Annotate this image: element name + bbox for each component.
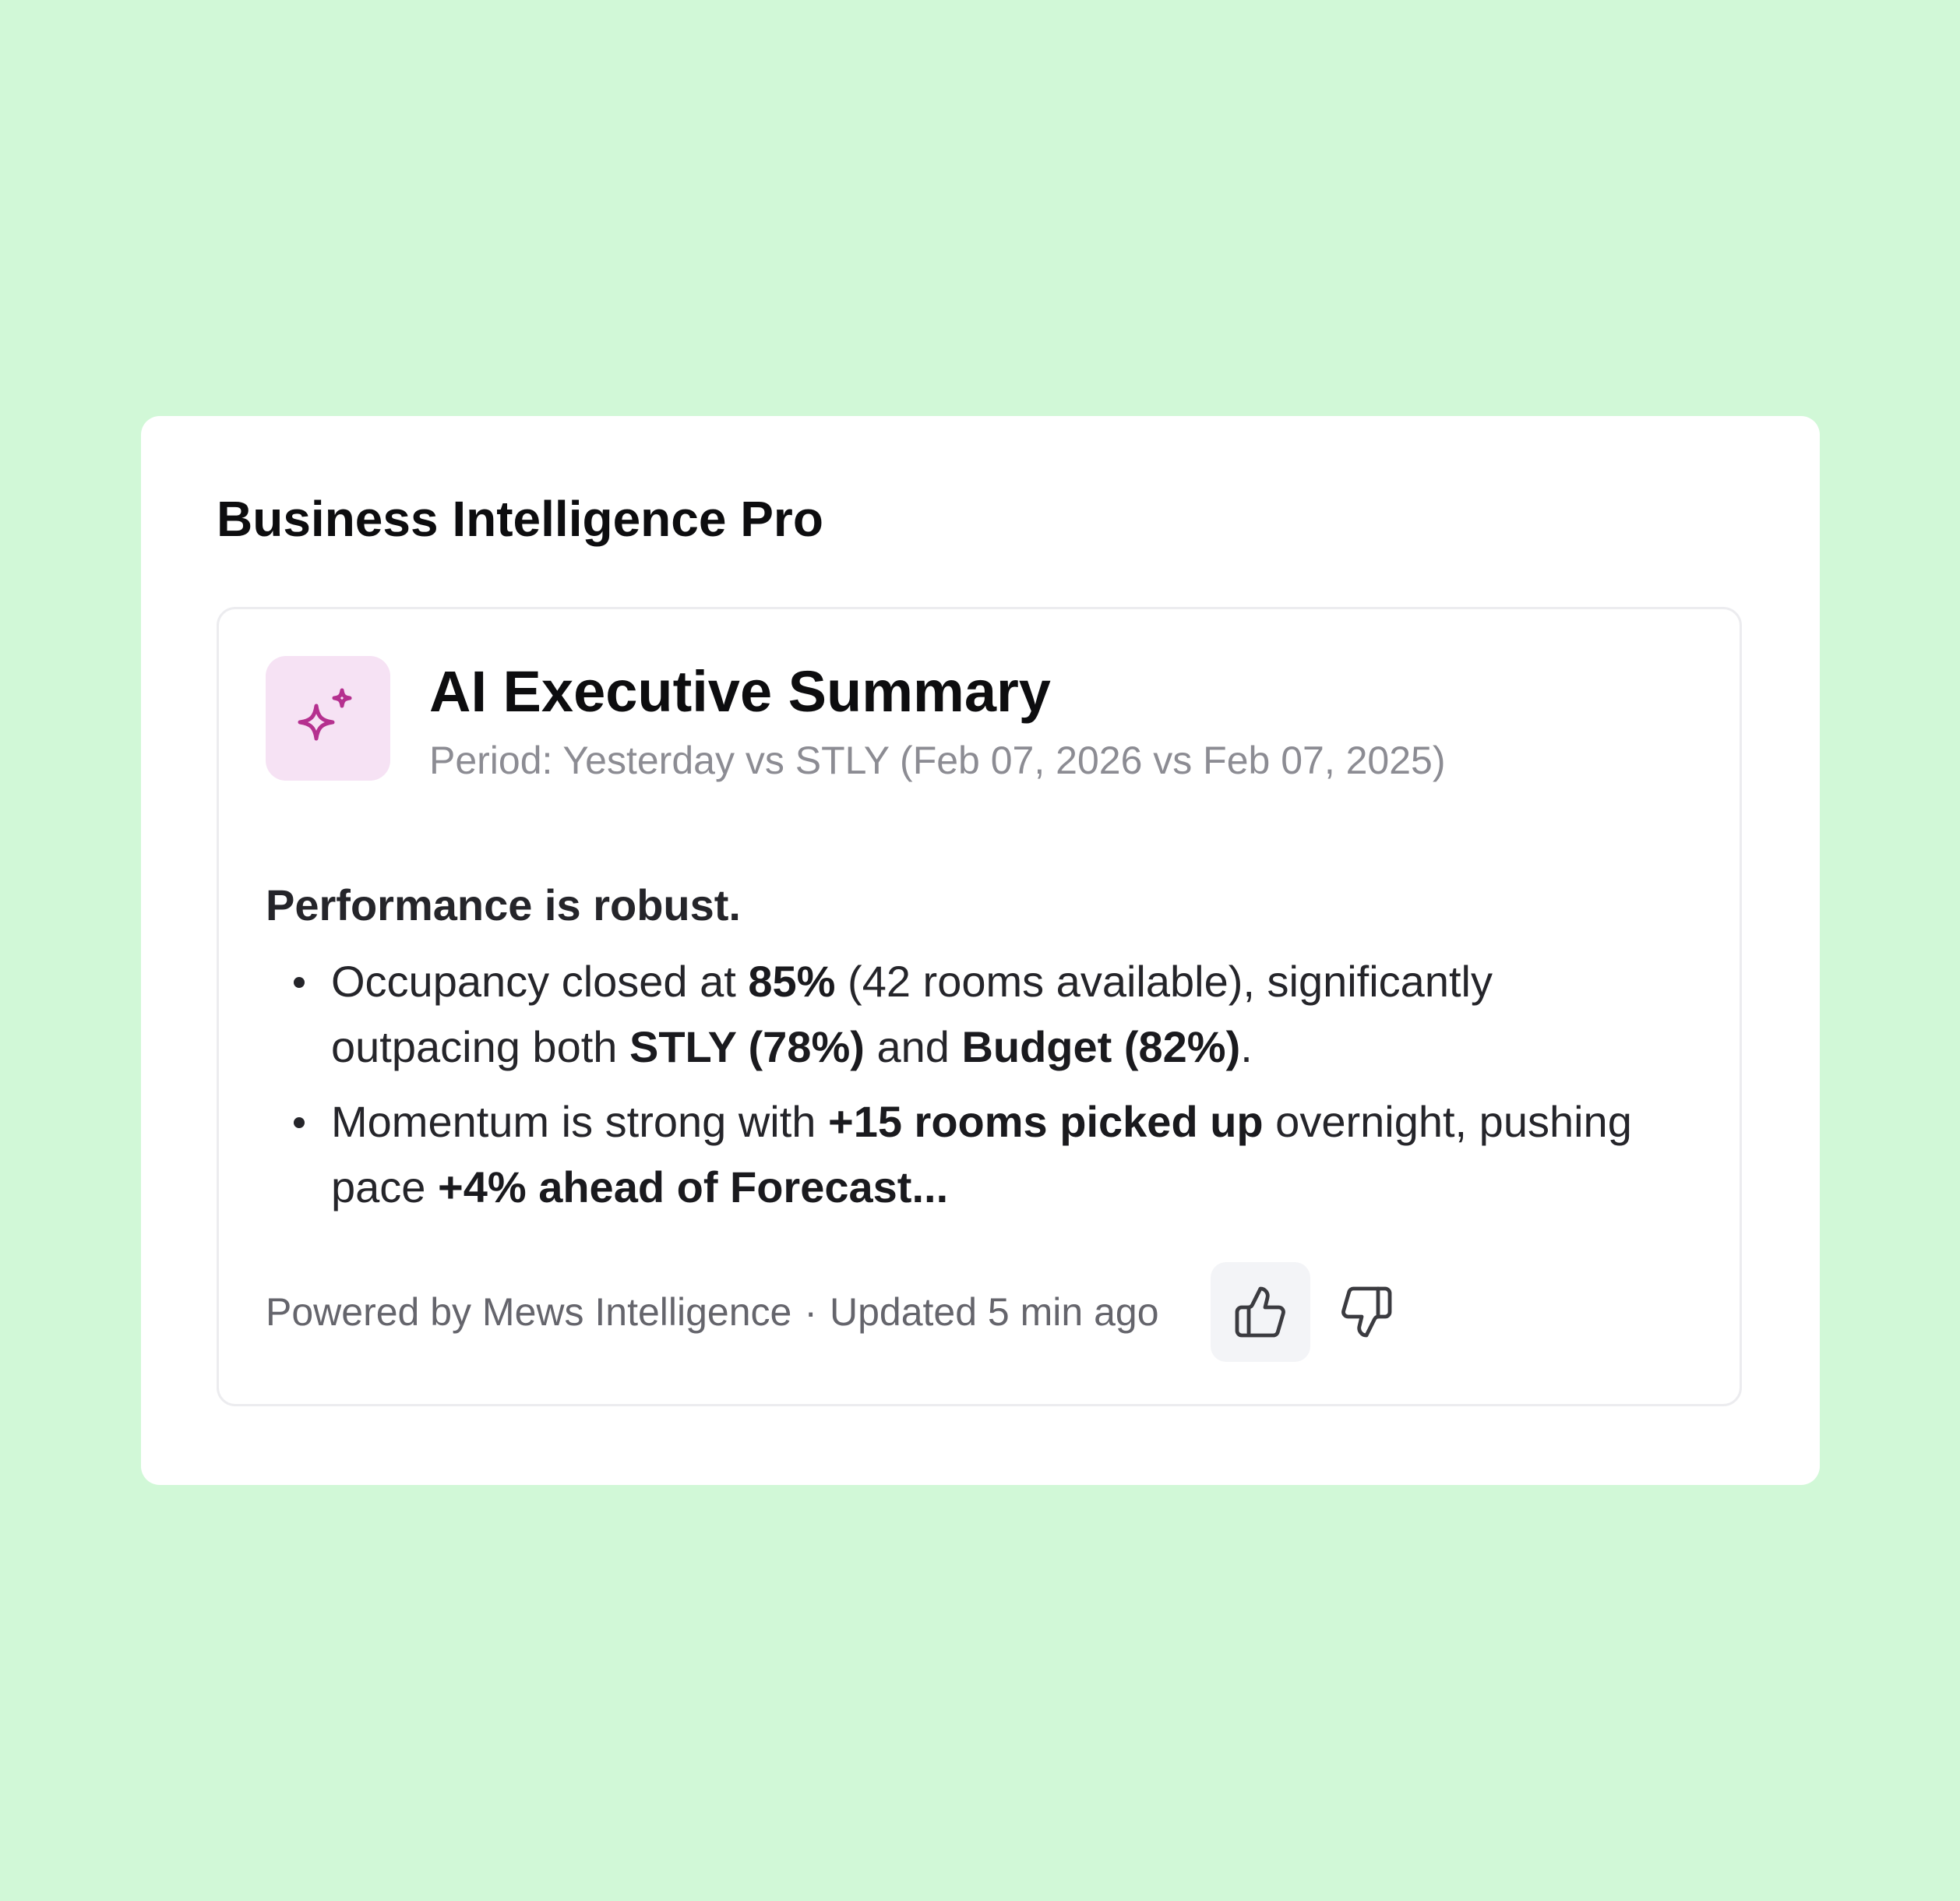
- bullet-text: Momentum is strong with: [331, 1097, 828, 1146]
- period-label: Period: Yesterday vs STLY (Feb 07, 2026 …: [429, 739, 1446, 782]
- thumbs-down-button[interactable]: [1317, 1262, 1416, 1362]
- footer-separator: ·: [804, 1290, 817, 1334]
- thumbs-up-button[interactable]: [1210, 1262, 1310, 1362]
- occupancy-value: 85%: [748, 957, 836, 1006]
- bullet-text: .: [1240, 1022, 1253, 1071]
- pace-value: +4% ahead of Forecast...: [438, 1162, 949, 1211]
- ai-summary-card: AI Executive Summary Period: Yesterday v…: [217, 607, 1742, 1406]
- pickup-value: +15 rooms picked up: [827, 1097, 1264, 1146]
- bullet-occupancy: Occupancy closed at 85% (42 rooms availa…: [266, 949, 1683, 1080]
- summary-title: AI Executive Summary: [429, 659, 1051, 724]
- summary-footer: Powered by Mews Intelligence · Updated 5 m…: [266, 1262, 1416, 1362]
- updated-label: Updated 5 min ago: [830, 1290, 1159, 1334]
- sparkles-icon: [298, 688, 352, 741]
- bi-panel: Business Intelligence Pro AI Executive S…: [141, 416, 1820, 1485]
- bullet-text: Occupancy closed at: [331, 957, 749, 1006]
- powered-by-label: Powered by Mews Intelligence: [266, 1290, 792, 1334]
- stly-value: STLY (78%): [629, 1022, 865, 1071]
- app-title: Business Intelligence Pro: [217, 491, 823, 547]
- ai-icon-tile: [266, 656, 390, 781]
- summary-lead: Performance is robust.: [266, 880, 741, 929]
- budget-value: Budget (82%): [961, 1022, 1241, 1071]
- bullet-text: and: [864, 1022, 962, 1071]
- thumbs-up-icon: [1235, 1286, 1285, 1338]
- summary-bullets: Occupancy closed at 85% (42 rooms availa…: [266, 949, 1683, 1220]
- bullet-momentum: Momentum is strong with +15 rooms picked…: [266, 1089, 1683, 1220]
- footer-meta: Powered by Mews Intelligence · Updated 5 m…: [266, 1289, 1159, 1335]
- thumbs-down-icon: [1341, 1286, 1391, 1338]
- summary-content: Performance is robust. Occupancy closed …: [266, 874, 1683, 1229]
